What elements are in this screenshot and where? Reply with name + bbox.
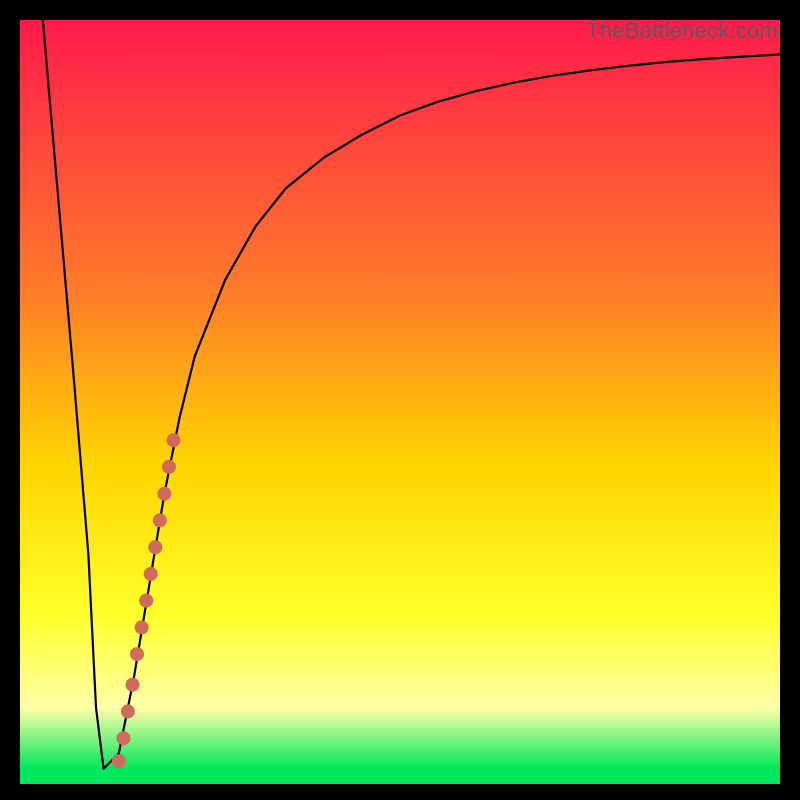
highlight-dot [130, 647, 144, 661]
chart-frame: TheBottleneck.com [20, 20, 780, 784]
highlight-dot [162, 460, 176, 474]
watermark-text: TheBottleneck.com [586, 18, 778, 44]
highlight-dot [144, 567, 158, 581]
highlight-dot [121, 704, 135, 718]
highlight-dot [153, 513, 167, 527]
highlight-dot [139, 594, 153, 608]
highlight-dot [126, 678, 140, 692]
highlight-dot [116, 731, 130, 745]
chart-svg [20, 20, 780, 784]
highlight-dot [112, 754, 126, 768]
highlight-dot [157, 487, 171, 501]
gradient-background [20, 20, 780, 784]
highlight-dot [148, 540, 162, 554]
highlight-dot [135, 620, 149, 634]
highlight-dot [167, 433, 181, 447]
